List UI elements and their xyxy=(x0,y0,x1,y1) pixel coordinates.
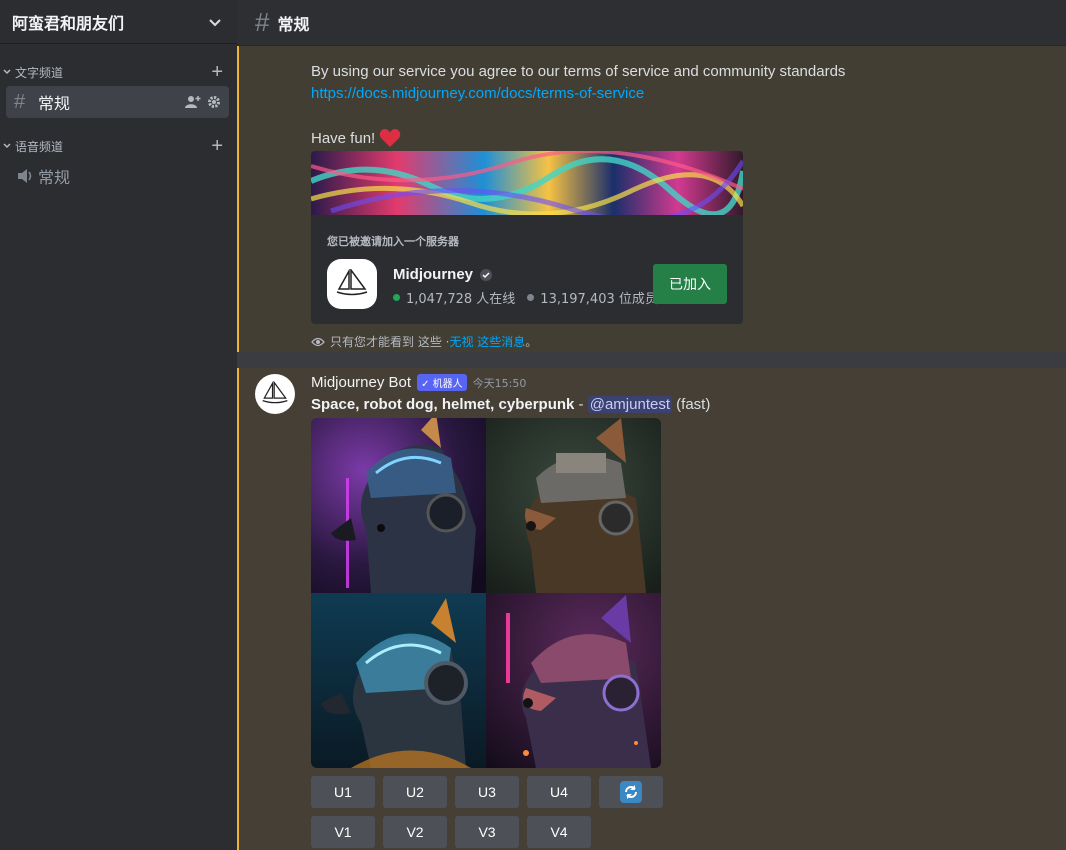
dismiss-link[interactable]: 无视 这些消息 xyxy=(449,333,525,350)
online-dot xyxy=(393,294,400,301)
ephemeral-notice: 只有您才能看到 这些 · 无视 这些消息 。 xyxy=(311,333,537,350)
dismiss-suffix: 。 xyxy=(525,335,538,349)
channel-header: # 常规 xyxy=(237,0,1066,46)
prompt-separator: - xyxy=(574,396,588,413)
hashtag-icon: # xyxy=(14,90,26,113)
add-channel-icon[interactable]: + xyxy=(211,62,223,82)
invite-stats: 1,047,728 人在线 13,197,403 位成员 xyxy=(393,288,658,307)
message-divider xyxy=(237,352,1066,368)
chevron-down-icon xyxy=(209,18,221,26)
online-count: 1,047,728 人在线 xyxy=(406,292,516,307)
variation-button-1[interactable]: V1 xyxy=(311,816,375,848)
channel-sidebar: 阿蛮君和朋友们 文字频道 + # 常规 语音频道 + 常规 xyxy=(0,0,237,850)
chevron-down-icon xyxy=(3,69,11,75)
sailboat-icon xyxy=(336,269,368,296)
gear-icon[interactable] xyxy=(207,95,221,109)
refresh-icon xyxy=(620,781,642,803)
category-label: 语音频道 xyxy=(15,139,64,154)
avatar[interactable] xyxy=(255,374,295,414)
joined-button[interactable]: 已加入 xyxy=(653,264,727,304)
eye-icon xyxy=(311,337,325,346)
server-name: 阿蛮君和朋友们 xyxy=(12,13,125,33)
have-fun-text: Have fun! xyxy=(311,129,376,147)
invite-user-icon[interactable] xyxy=(185,95,201,109)
timestamp: 今天15:50 xyxy=(472,376,527,390)
generated-image-2 xyxy=(486,418,661,593)
generated-image-1 xyxy=(311,418,486,593)
category-voice-channels[interactable]: 语音频道 + xyxy=(0,136,237,156)
server-invite-card: 您已被邀请加入一个服务器 Midjourney 1,047,728 人在线 13… xyxy=(311,151,743,324)
members-dot xyxy=(527,294,535,301)
ephemeral-message: By using our service you agree to our te… xyxy=(237,46,1066,352)
sidebar-item-voice-channel[interactable]: 常规 xyxy=(6,160,229,192)
category-label: 文字频道 xyxy=(15,65,64,80)
generated-image-3 xyxy=(311,593,486,768)
channel-name: 常规 xyxy=(38,94,71,113)
server-banner xyxy=(311,151,743,224)
chevron-down-icon xyxy=(3,143,11,149)
hashtag-icon: # xyxy=(255,7,270,37)
sidebar-item-text-channel[interactable]: # 常规 xyxy=(6,86,229,118)
terms-link[interactable]: https://docs.midjourney.com/docs/terms-o… xyxy=(311,85,644,102)
upscale-button-1[interactable]: U1 xyxy=(311,776,375,808)
category-text-channels[interactable]: 文字频道 + xyxy=(0,62,237,82)
reroll-button[interactable] xyxy=(599,776,663,808)
invite-title: 您已被邀请加入一个服务器 xyxy=(327,235,459,248)
speaker-icon xyxy=(18,169,32,183)
prompt-text: Space, robot dog, helmet, cyberpunk xyxy=(311,396,575,413)
generated-image-4 xyxy=(486,593,661,768)
upscale-button-3[interactable]: U3 xyxy=(455,776,519,808)
prompt-line: Space, robot dog, helmet, cyberpunk - @a… xyxy=(311,396,710,413)
bot-tag: ✓ 机器人 xyxy=(417,374,467,391)
server-header[interactable]: 阿蛮君和朋友们 xyxy=(0,0,237,44)
invite-server-name: Midjourney xyxy=(393,266,493,283)
variation-button-3[interactable]: V3 xyxy=(455,816,519,848)
heart-icon xyxy=(380,129,401,147)
notice-text: 只有您才能看到 这些 · xyxy=(330,335,450,349)
verified-icon xyxy=(480,268,493,281)
upscale-button-4[interactable]: U4 xyxy=(527,776,591,808)
variation-button-4[interactable]: V4 xyxy=(527,816,591,848)
have-fun-line: Have fun! xyxy=(311,128,401,148)
bot-message: Midjourney Bot ✓ 机器人 今天15:50 Space, robo… xyxy=(237,368,1066,850)
server-icon xyxy=(327,259,377,309)
variation-button-2[interactable]: V2 xyxy=(383,816,447,848)
author-name[interactable]: Midjourney Bot xyxy=(311,374,411,391)
message-header: Midjourney Bot ✓ 机器人 今天15:50 xyxy=(311,374,526,391)
speed-label: (fast) xyxy=(672,396,711,413)
sailboat-icon xyxy=(262,381,288,404)
server-name-text: Midjourney xyxy=(393,266,474,283)
upscale-button-2[interactable]: U2 xyxy=(383,776,447,808)
user-mention[interactable]: @amjuntest xyxy=(587,396,672,413)
channel-name: 常规 xyxy=(38,168,71,187)
member-count: 13,197,403 位成员 xyxy=(540,292,658,307)
generated-image-grid[interactable] xyxy=(311,418,661,768)
add-channel-icon[interactable]: + xyxy=(211,136,223,156)
terms-text: By using our service you agree to our te… xyxy=(311,63,846,80)
channel-title: 常规 xyxy=(277,14,310,34)
